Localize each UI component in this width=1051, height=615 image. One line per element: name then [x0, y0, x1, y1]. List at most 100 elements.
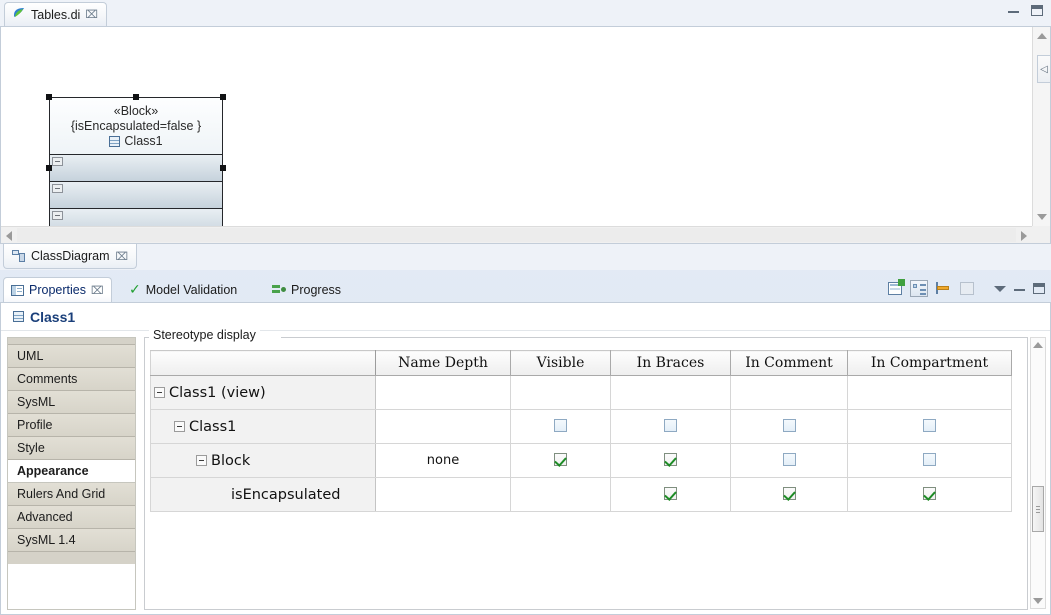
sidebar-item-rulers-and-grid[interactable]: Rulers And Grid [8, 483, 135, 506]
table-row[interactable]: isEncapsulated [150, 477, 1012, 512]
checkbox-visible[interactable] [554, 452, 567, 466]
checkbox-visible[interactable] [554, 418, 567, 432]
column-header-in-compartment[interactable]: In Compartment [847, 350, 1012, 376]
cell-name-depth[interactable] [375, 375, 511, 410]
cell-name-depth[interactable] [375, 477, 511, 512]
column-header-in-comment[interactable]: In Comment [730, 350, 848, 376]
checkbox-in-compartment[interactable] [923, 418, 936, 432]
cell-visible[interactable] [510, 477, 611, 512]
tree-collapse-icon[interactable] [196, 455, 207, 466]
scroll-track[interactable] [17, 228, 1016, 242]
checkbox-in-comment[interactable] [782, 418, 796, 432]
row-name-cell[interactable]: isEncapsulated [150, 477, 376, 512]
column-header-in-braces[interactable]: In Braces [610, 350, 731, 376]
selection-handle-nw[interactable] [46, 94, 52, 100]
selection-handle-n[interactable] [133, 94, 139, 100]
close-icon[interactable]: ⌧ [116, 251, 129, 262]
checkbox-in-compartment[interactable] [923, 452, 936, 466]
tree-collapse-icon[interactable] [154, 387, 165, 398]
restore-default-icon[interactable] [958, 280, 976, 297]
cell-in-comment[interactable] [730, 443, 848, 478]
tab-progress[interactable]: Progress [265, 277, 348, 302]
collapse-icon[interactable] [52, 211, 63, 220]
table-row[interactable]: Class1 [150, 409, 1012, 444]
tab-model-validation[interactable]: ✓ Model Validation [122, 277, 244, 302]
cell-in-braces[interactable] [610, 409, 731, 444]
checkbox-in-comment[interactable] [782, 486, 796, 500]
scroll-right-icon[interactable] [1021, 231, 1027, 241]
checkbox-in-compartment[interactable] [923, 486, 936, 500]
sidebar-item-advanced[interactable]: Advanced [8, 506, 135, 529]
view-menu-icon[interactable] [994, 285, 1006, 292]
editor-tab-tables-di[interactable]: Tables.di ⌧ [4, 2, 108, 26]
collapse-icon[interactable] [52, 184, 63, 193]
tree-collapse-icon[interactable] [174, 421, 185, 432]
sidebar-item-sysml[interactable]: SysML [8, 391, 135, 414]
sidebar-item-label: Profile [17, 418, 53, 432]
scroll-down-icon[interactable] [1033, 598, 1043, 604]
palette-collapse-button[interactable]: ◁ [1037, 55, 1050, 83]
block-class1[interactable]: «Block» {isEncapsulated=false } Class1 [49, 97, 223, 226]
checkbox-in-braces[interactable] [664, 486, 677, 500]
cell-in-comment[interactable] [730, 375, 848, 410]
cell-in-compartment[interactable] [847, 409, 1012, 444]
scroll-thumb[interactable] [1032, 486, 1044, 532]
sidebar-item-style[interactable]: Style [8, 437, 135, 460]
cell-in-braces[interactable] [610, 443, 731, 478]
sidebar-item-profile[interactable]: Profile [8, 414, 135, 437]
table-row[interactable]: Class1 (view) [150, 375, 1012, 410]
close-icon[interactable]: ⌧ [85, 9, 98, 20]
scroll-left-icon[interactable] [6, 231, 12, 241]
close-icon[interactable]: ⌧ [91, 285, 104, 296]
maximize-icon[interactable] [1033, 283, 1045, 294]
minimize-icon[interactable] [1014, 287, 1025, 291]
cell-name-depth[interactable]: none [375, 443, 511, 478]
checkbox-in-braces[interactable] [664, 452, 677, 466]
editor-window-controls [1008, 5, 1043, 16]
cell-in-braces[interactable] [610, 477, 731, 512]
diagram-canvas[interactable]: «Block» {isEncapsulated=false } Class1 [1, 27, 1032, 226]
row-name-cell[interactable]: Class1 (view) [150, 375, 376, 410]
tab-properties[interactable]: Properties ⌧ [3, 277, 112, 302]
row-name-cell[interactable]: Class1 [150, 409, 376, 444]
checkbox-in-comment[interactable] [782, 452, 796, 466]
selection-handle-e[interactable] [220, 165, 226, 171]
cell-visible[interactable] [510, 409, 611, 444]
scroll-up-icon[interactable] [1033, 342, 1043, 348]
cell-visible[interactable] [510, 375, 611, 410]
cell-in-compartment[interactable] [847, 477, 1012, 512]
cell-visible[interactable] [510, 443, 611, 478]
cell-in-braces[interactable] [610, 375, 731, 410]
cell-in-comment[interactable] [730, 477, 848, 512]
checkbox-in-braces[interactable] [664, 418, 677, 432]
sidebar-item-comments[interactable]: Comments [8, 368, 135, 391]
selection-handle-w[interactable] [46, 165, 52, 171]
column-header-visible[interactable]: Visible [510, 350, 611, 376]
block-compartment-3[interactable] [50, 209, 222, 226]
new-tab-icon[interactable] [886, 279, 905, 297]
sidebar-item-uml[interactable]: UML [8, 345, 135, 368]
minimize-icon[interactable] [1008, 9, 1019, 13]
column-header-name-depth[interactable]: Name Depth [375, 350, 511, 376]
collapse-icon[interactable] [52, 157, 63, 166]
block-compartment-2[interactable] [50, 182, 222, 209]
maximize-icon[interactable] [1031, 5, 1043, 16]
scroll-up-icon[interactable] [1037, 33, 1047, 39]
diagram-tab-classdiagram[interactable]: ClassDiagram ⌧ [3, 244, 138, 269]
selection-handle-ne[interactable] [220, 94, 226, 100]
sidebar-item-sysml-14[interactable]: SysML 1.4 [8, 529, 135, 552]
show-tree-icon[interactable] [910, 280, 928, 297]
block-compartment-1[interactable] [50, 155, 222, 182]
column-header-name[interactable] [150, 350, 376, 376]
properties-vertical-scrollbar[interactable] [1030, 337, 1046, 609]
scroll-down-icon[interactable] [1037, 214, 1047, 220]
cell-in-compartment[interactable] [847, 375, 1012, 410]
sidebar-item-appearance[interactable]: Appearance [8, 460, 135, 483]
pin-to-selection-icon[interactable] [934, 280, 952, 297]
row-name-cell[interactable]: Block [150, 443, 376, 478]
editor-horizontal-scrollbar[interactable] [1, 226, 1032, 243]
cell-name-depth[interactable] [375, 409, 511, 444]
table-row[interactable]: Block none [150, 443, 1012, 478]
cell-in-compartment[interactable] [847, 443, 1012, 478]
cell-in-comment[interactable] [730, 409, 848, 444]
